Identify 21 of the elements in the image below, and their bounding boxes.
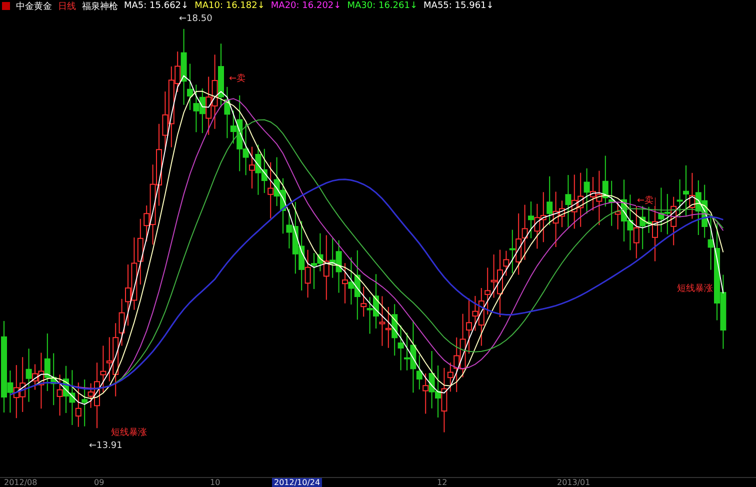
- date-label: 2012/10/24: [272, 478, 322, 487]
- chart-annotation: 短线暴涨: [676, 284, 714, 294]
- moving-average-value: MA30: 16.261↓: [347, 1, 418, 11]
- chart-annotation: ←卖: [228, 74, 247, 84]
- date-label: 12: [436, 478, 448, 487]
- moving-average-value: MA20: 16.202↓: [270, 1, 342, 11]
- header-label: 福泉神枪: [82, 0, 118, 12]
- date-label: 09: [93, 478, 106, 487]
- moving-average-value: MA10: 16.182↓: [194, 1, 265, 11]
- stock-icon: [2, 2, 10, 10]
- chart-annotation: ←13.91: [88, 441, 124, 451]
- moving-average-value: MA55: 15.961↓: [424, 1, 494, 11]
- date-label: 10: [209, 478, 222, 487]
- chart-annotation: ←18.50: [178, 14, 214, 24]
- header-label: 中金黄金: [16, 0, 52, 12]
- date-label: 2012/08: [3, 478, 38, 487]
- moving-average-value: MA5: 15.662↓: [124, 1, 189, 11]
- chart-annotation: 短线暴涨: [110, 428, 148, 438]
- header-label: 日线: [58, 0, 76, 12]
- chart-annotation: ←卖: [636, 196, 655, 206]
- date-label: 2013/01: [556, 478, 592, 487]
